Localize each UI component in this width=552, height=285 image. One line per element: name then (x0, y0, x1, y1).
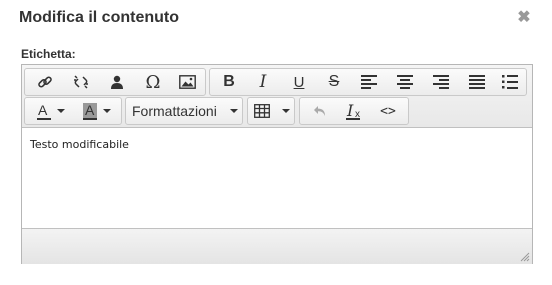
table-icon (254, 104, 270, 118)
align-center-icon[interactable] (390, 69, 420, 95)
field-label: Etichetta: (21, 47, 76, 61)
background-color-icon: A (83, 102, 97, 120)
anchor-user-icon[interactable] (101, 69, 133, 95)
underline-icon[interactable]: U (284, 69, 314, 95)
bullet-list-icon[interactable] (496, 69, 524, 95)
link-icon[interactable] (29, 69, 61, 95)
chevron-down-icon (230, 109, 238, 113)
resize-handle-icon[interactable] (520, 252, 530, 262)
chevron-down-icon (103, 109, 111, 113)
text-color-button[interactable]: A (29, 98, 73, 124)
formats-label: Formattazioni (132, 103, 217, 119)
undo-icon[interactable] (304, 98, 336, 124)
background-color-letter: A (85, 102, 95, 118)
background-color-button[interactable]: A (75, 98, 119, 124)
chevron-down-icon (282, 109, 290, 113)
image-icon[interactable] (171, 69, 203, 95)
dialog-title: Modifica il contenuto (19, 9, 179, 26)
color-group: A A (24, 97, 122, 125)
chevron-down-icon (57, 109, 65, 113)
table-dropdown[interactable] (247, 97, 295, 125)
format-group: B I U S (209, 68, 527, 96)
align-justify-icon[interactable] (462, 69, 492, 95)
align-left-icon[interactable] (354, 69, 384, 95)
source-code-icon[interactable]: <> (372, 98, 404, 124)
align-right-icon[interactable] (426, 69, 456, 95)
history-group: I x <> (299, 97, 409, 125)
formats-dropdown[interactable]: Formattazioni (125, 97, 243, 125)
close-button[interactable]: ✖ (516, 9, 532, 27)
strikethrough-icon[interactable]: S (319, 69, 349, 95)
text-color-icon: A (37, 102, 51, 120)
editor-content[interactable]: Testo modificabile (22, 128, 532, 228)
editor-text: Testo modificabile (30, 138, 129, 151)
editor-statusbar (22, 228, 532, 264)
insert-group: Ω (24, 68, 206, 96)
italic-icon[interactable]: I (248, 69, 278, 95)
text-color-letter: A (38, 102, 48, 118)
unlink-icon[interactable] (65, 69, 97, 95)
special-char-icon[interactable]: Ω (137, 69, 169, 95)
editor-toolbar: Ω B I U S A A Formattazioni I x <> (22, 65, 532, 128)
bold-icon[interactable]: B (214, 69, 244, 95)
clear-format-icon[interactable]: I x (338, 98, 370, 124)
rich-text-editor: Ω B I U S A A Formattazioni I x <> Testo… (21, 64, 533, 264)
